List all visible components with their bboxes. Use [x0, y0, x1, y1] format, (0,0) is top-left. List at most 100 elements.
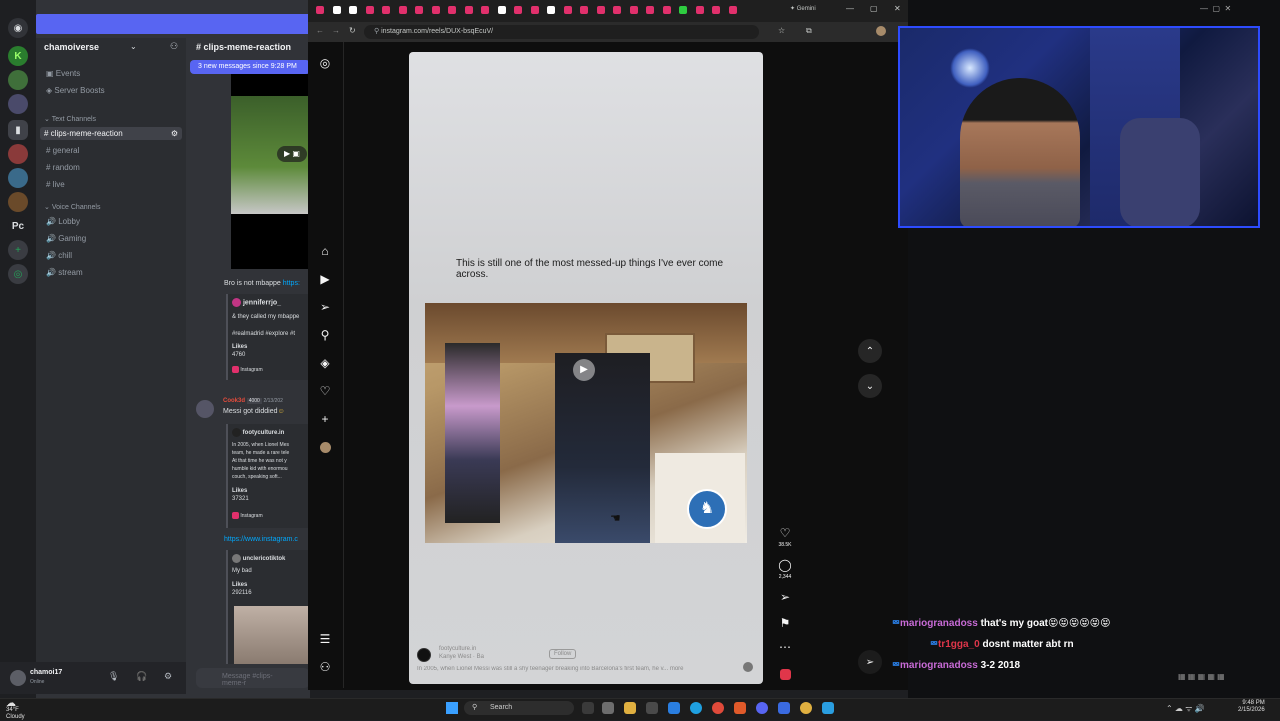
- tab-favicon-icon[interactable]: [349, 6, 357, 14]
- channel-live[interactable]: # live: [46, 180, 65, 189]
- tab-favicon-icon[interactable]: [629, 6, 638, 14]
- profile-avatar[interactable]: [876, 26, 886, 36]
- save-icon[interactable]: ⚑: [778, 616, 792, 630]
- tray-icons[interactable]: ▦ ▦ ▦ ▦ ▦: [1178, 672, 1225, 681]
- taskbar-search[interactable]: ⚲ Search: [464, 701, 574, 715]
- reel-description[interactable]: In 2005, when Lionel Messi was still a s…: [417, 666, 727, 672]
- embed-image[interactable]: [234, 606, 310, 664]
- server-icon[interactable]: [8, 144, 28, 164]
- username[interactable]: chamoi17: [30, 669, 62, 676]
- messages-icon[interactable]: ➢: [858, 650, 882, 674]
- server-icon[interactable]: [8, 168, 28, 188]
- category-text-channels[interactable]: ⌄ Text Channels: [44, 115, 96, 123]
- previous-reel-button[interactable]: ⌃: [858, 339, 882, 363]
- widgets-icon[interactable]: [602, 702, 614, 714]
- microphone-icon[interactable]: 🎙: [108, 671, 119, 682]
- send-icon[interactable]: ➢: [318, 300, 332, 314]
- channel-general[interactable]: # general: [46, 146, 79, 155]
- reload-icon[interactable]: ↻: [349, 26, 356, 35]
- discord-home-icon[interactable]: ◉: [8, 18, 28, 38]
- server-header[interactable]: chamoiverse ⌄ ⚇: [36, 38, 186, 58]
- reel-video[interactable]: ▶ ♞: [425, 303, 747, 543]
- headphones-icon[interactable]: 🎧: [136, 671, 147, 682]
- tab-favicon-icon[interactable]: [431, 6, 440, 14]
- reel-audio[interactable]: Kanye West · Ba: [439, 654, 484, 660]
- server-k-icon[interactable]: K: [8, 46, 28, 66]
- voice-channel-chill[interactable]: 🔊 chill: [46, 251, 72, 260]
- server-icon[interactable]: [8, 94, 28, 114]
- tab-favicon-icon[interactable]: [332, 6, 341, 14]
- tab-favicon-icon[interactable]: [679, 6, 687, 14]
- windows-start-icon[interactable]: [446, 702, 458, 714]
- tab-favicon-icon[interactable]: [530, 6, 539, 14]
- tab-favicon-icon[interactable]: [497, 6, 506, 14]
- server-pc-icon[interactable]: Pc: [8, 216, 28, 236]
- share-icon[interactable]: ➢: [778, 590, 792, 604]
- reel-author[interactable]: footyculture.in: [439, 646, 476, 652]
- address-bar[interactable]: ⚲ instagram.com/reels/DUX-bsqEcuV/: [364, 25, 759, 39]
- tab-gemini[interactable]: ✦ Gemini: [790, 5, 816, 12]
- profile-avatar-icon[interactable]: [318, 440, 332, 454]
- embed-author[interactable]: footyculture.in: [232, 428, 284, 437]
- settings-gear-icon[interactable]: ⚙: [164, 671, 172, 682]
- tab-favicon-icon[interactable]: [728, 6, 737, 14]
- tab-favicon-icon[interactable]: [580, 6, 588, 14]
- menu-icon[interactable]: ☰: [318, 632, 332, 646]
- video-embed[interactable]: ▶ ▣: [231, 74, 310, 269]
- voice-channel-gaming[interactable]: 🔊 Gaming: [46, 234, 86, 243]
- tab-favicon-icon[interactable]: [712, 6, 720, 14]
- audio-thumbnail[interactable]: [780, 669, 791, 680]
- embed-author[interactable]: unclericotiktok: [232, 554, 285, 563]
- tab-favicon-icon[interactable]: [514, 6, 522, 14]
- edge-icon[interactable]: [690, 702, 702, 714]
- site-info-icon[interactable]: ⚲: [374, 28, 379, 35]
- window-controls[interactable]: — ▢ ✕: [1200, 4, 1231, 13]
- add-member-icon[interactable]: ⚇: [170, 41, 178, 52]
- close-icon[interactable]: ✕: [894, 4, 901, 13]
- heart-icon[interactable]: ♡: [318, 384, 332, 398]
- store-icon[interactable]: [646, 702, 658, 714]
- clock[interactable]: 9:48 PM 2/15/2026: [1238, 700, 1265, 714]
- add-server-icon[interactable]: +: [8, 240, 28, 260]
- tab-favicon-icon[interactable]: [382, 6, 390, 14]
- voice-channel-stream[interactable]: 🔊 stream: [46, 268, 83, 277]
- task-view-icon[interactable]: [582, 702, 594, 714]
- system-tray[interactable]: ⌃ ☁ ᯤ 🔊: [1166, 703, 1205, 714]
- sidebar-item-server-boosts[interactable]: ◈ Server Boosts: [46, 86, 105, 95]
- category-voice-channels[interactable]: ⌄ Voice Channels: [44, 203, 100, 211]
- tab-favicon-icon[interactable]: [464, 6, 473, 14]
- message-input[interactable]: Message #clips-meme-r: [196, 668, 310, 688]
- mute-icon[interactable]: [743, 662, 753, 672]
- app-icon[interactable]: [778, 702, 790, 714]
- mail-icon[interactable]: [668, 702, 680, 714]
- tab-favicon-icon[interactable]: [547, 6, 555, 14]
- embed-author[interactable]: jenniferrjo_: [232, 298, 281, 307]
- tab-favicon-icon[interactable]: [613, 6, 621, 14]
- weather-widget[interactable]: ☁ 34°F Cloudy: [6, 699, 25, 721]
- star-icon[interactable]: ☆: [778, 26, 785, 35]
- channel-random[interactable]: # random: [46, 163, 80, 172]
- like-icon[interactable]: ♡: [778, 526, 792, 540]
- server-icon[interactable]: [8, 70, 28, 90]
- next-reel-button[interactable]: ⌄: [858, 374, 882, 398]
- channel-clips-meme-reaction[interactable]: # clips-meme-reaction ⚙: [40, 127, 182, 140]
- tab-favicon-icon[interactable]: [563, 6, 572, 14]
- chrome-icon[interactable]: [712, 702, 724, 714]
- message-link[interactable]: https:: [283, 280, 300, 287]
- avatar[interactable]: [417, 648, 431, 662]
- tab-favicon-icon[interactable]: [316, 6, 324, 14]
- more-icon[interactable]: ⋯: [778, 640, 792, 654]
- search-icon[interactable]: ⚲: [318, 328, 332, 342]
- tab-favicon-icon[interactable]: [448, 6, 456, 14]
- tab-favicon-icon[interactable]: [481, 6, 489, 14]
- server-icon[interactable]: [8, 192, 28, 212]
- explore-icon[interactable]: ◈: [318, 356, 332, 370]
- server-icon-active[interactable]: ▮: [8, 120, 28, 140]
- discord-icon[interactable]: [756, 702, 768, 714]
- app-icon[interactable]: [822, 702, 834, 714]
- reels-icon[interactable]: ▶: [318, 272, 332, 286]
- play-icon[interactable]: ▶ ▣: [277, 146, 307, 162]
- home-icon[interactable]: ⌂: [318, 244, 332, 258]
- threads-icon[interactable]: ⚇: [318, 660, 332, 674]
- comment-icon[interactable]: ◯: [778, 558, 792, 572]
